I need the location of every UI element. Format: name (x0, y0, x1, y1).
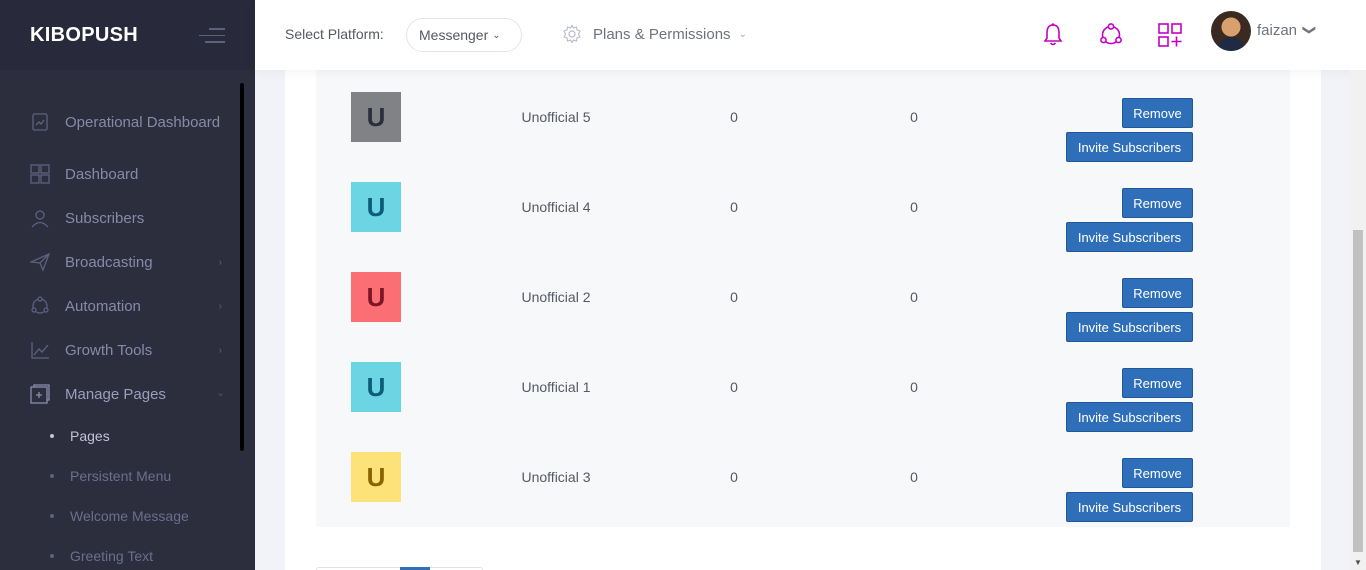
sidebar-subitem-label: Greeting Text (70, 548, 154, 564)
subscribers-icon (30, 208, 50, 228)
count-cell: 0 (910, 289, 918, 305)
sidebar-item-growth-tools[interactable]: Growth Tools › (0, 328, 240, 372)
count-cell: 0 (730, 469, 738, 485)
table-row: U Unofficial 2 0 0 Remove Invite Subscri… (316, 257, 1290, 347)
sidebar-item-label: Subscribers (65, 209, 145, 227)
sidebar-subitem-label: Welcome Message (70, 508, 189, 524)
platform-label: Select Platform: (285, 26, 384, 42)
paper-plane-icon (30, 252, 50, 272)
sidebar: KIBOPUSH Operational Dashboard Dashboard… (0, 0, 255, 570)
invite-subscribers-button[interactable]: Invite Subscribers (1066, 222, 1193, 252)
page-avatar: U (351, 272, 401, 322)
count-cell: 0 (730, 379, 738, 395)
workflow-icon[interactable] (1098, 22, 1124, 48)
username[interactable]: faizan (1257, 22, 1297, 39)
chevron-right-icon: › (218, 256, 222, 268)
count-cell: 0 (910, 109, 918, 125)
chevron-right-icon: › (218, 344, 222, 356)
invite-subscribers-button[interactable]: Invite Subscribers (1066, 132, 1193, 162)
bell-icon[interactable] (1040, 22, 1066, 48)
platform-select[interactable]: Messenger ⌄ (406, 18, 522, 52)
brand-logo[interactable]: KIBOPUSH (30, 24, 138, 47)
count-cell: 0 (730, 199, 738, 215)
sidebar-item-label: Broadcasting (65, 253, 153, 271)
count-cell: 0 (910, 199, 918, 215)
sidebar-subitem-greeting-text[interactable]: Greeting Text (0, 536, 240, 570)
sidebar-subitem-label: Persistent Menu (70, 468, 172, 484)
table-row: U Unofficial 4 0 0 Remove Invite Subscri… (316, 167, 1290, 257)
invite-subscribers-button[interactable]: Invite Subscribers (1066, 402, 1193, 432)
page-name: Unofficial 5 (521, 109, 591, 125)
invite-subscribers-button[interactable]: Invite Subscribers (1066, 312, 1193, 342)
scroll-down-arrow-icon[interactable]: ▼ (1354, 558, 1362, 567)
bullet-icon (50, 474, 54, 478)
sidebar-item-label: Automation (65, 297, 141, 315)
sidebar-item-operational-dashboard[interactable]: Operational Dashboard (0, 100, 240, 144)
bullet-icon (50, 434, 54, 438)
page-avatar: U (351, 452, 401, 502)
top-header: Select Platform: Messenger ⌄ Plans & Per… (255, 0, 1366, 70)
remove-button[interactable]: Remove (1122, 368, 1193, 398)
sidebar-subitem-persistent-menu[interactable]: Persistent Menu (0, 456, 240, 496)
plans-permissions-menu[interactable]: Plans & Permissions ⌄ (562, 24, 747, 44)
sidebar-item-broadcasting[interactable]: Broadcasting › (0, 240, 240, 284)
page-name: Unofficial 1 (521, 379, 591, 395)
sidebar-item-label: Dashboard (65, 165, 139, 183)
sidebar-item-subscribers[interactable]: Subscribers (0, 196, 240, 240)
sidebar-item-dashboard[interactable]: Dashboard (0, 152, 240, 196)
remove-button[interactable]: Remove (1122, 278, 1193, 308)
chevron-down-icon: ⌄ (738, 28, 747, 40)
invite-subscribers-button[interactable]: Invite Subscribers (1066, 492, 1193, 522)
platform-select-value: Messenger (419, 27, 489, 43)
count-cell: 0 (910, 469, 918, 485)
sidebar-menu: Operational Dashboard Dashboard Subscrib… (0, 108, 240, 570)
plans-permissions-label: Plans & Permissions (593, 25, 731, 43)
avatar[interactable] (1211, 11, 1251, 51)
chevron-down-icon: › (214, 392, 226, 396)
page-avatar: U (351, 92, 401, 142)
bullet-icon (50, 514, 54, 518)
chevron-down-icon[interactable]: ❯ (1301, 25, 1317, 36)
growth-chart-icon (30, 340, 50, 360)
table-row: U Unofficial 3 0 0 Remove Invite Subscri… (316, 437, 1290, 527)
page-avatar: U (351, 182, 401, 232)
gear-icon (563, 24, 581, 44)
sidebar-subitem-welcome-message[interactable]: Welcome Message (0, 496, 240, 536)
sidebar-subitem-pages[interactable]: Pages (0, 416, 240, 456)
remove-button[interactable]: Remove (1122, 458, 1193, 488)
count-cell: 0 (730, 289, 738, 305)
page-name: Unofficial 3 (521, 469, 591, 485)
page-name: Unofficial 4 (521, 199, 591, 215)
manage-pages-icon (30, 384, 50, 404)
sidebar-item-label: Manage Pages (65, 385, 166, 403)
table-row: U Unofficial 1 0 0 Remove Invite Subscri… (316, 347, 1290, 437)
page-avatar: U (351, 362, 401, 412)
apps-grid-icon[interactable] (1157, 22, 1183, 48)
sidebar-subitem-label: Pages (70, 428, 110, 444)
chevron-right-icon: › (218, 300, 222, 312)
sidebar-item-automation[interactable]: Automation › (0, 284, 240, 328)
hamburger-menu-icon[interactable] (199, 28, 225, 44)
table-row: U Unofficial 5 0 0 Remove Invite Subscri… (316, 77, 1290, 167)
sidebar-scrollbar[interactable] (240, 83, 244, 451)
sidebar-item-label: Growth Tools (65, 341, 153, 359)
dashboard-grid-icon (30, 164, 50, 184)
operational-dashboard-icon (30, 112, 50, 132)
page-name: Unofficial 2 (521, 289, 591, 305)
sidebar-item-manage-pages[interactable]: Manage Pages › (0, 372, 240, 416)
count-cell: 0 (910, 379, 918, 395)
remove-button[interactable]: Remove (1122, 98, 1193, 128)
remove-button[interactable]: Remove (1122, 188, 1193, 218)
page-scrollbar-thumb[interactable] (1353, 230, 1363, 552)
sidebar-item-label: Operational Dashboard (65, 113, 221, 131)
automation-icon (30, 296, 50, 316)
chevron-down-icon: ⌄ (492, 29, 501, 41)
brand-bar: KIBOPUSH (0, 0, 255, 70)
bullet-icon (50, 554, 54, 558)
count-cell: 0 (730, 109, 738, 125)
